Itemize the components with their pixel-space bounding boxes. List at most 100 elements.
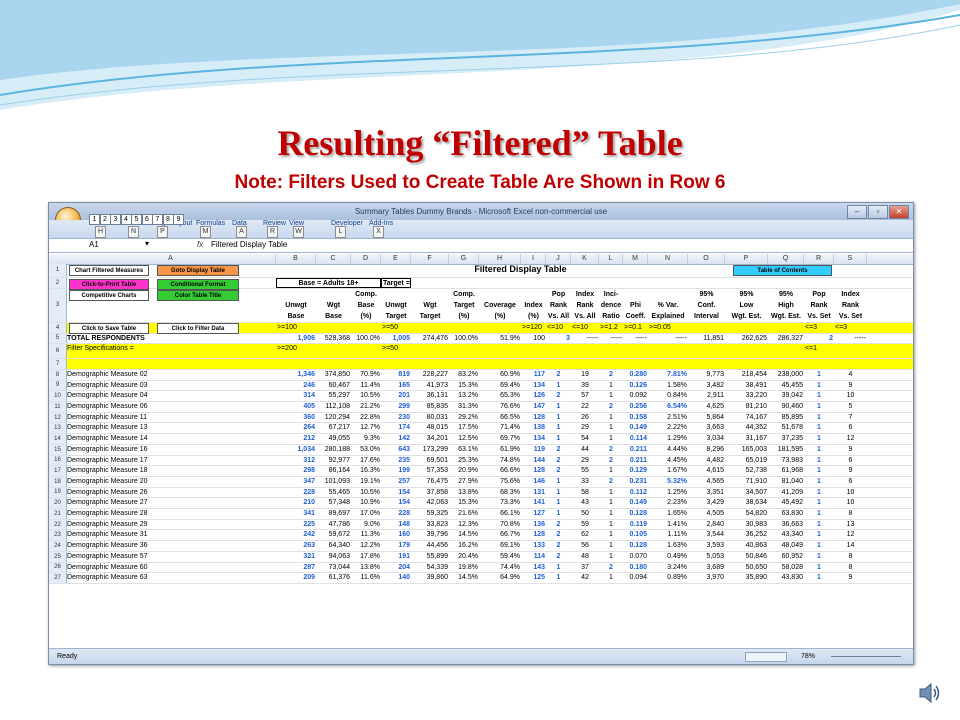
formula-input[interactable]: Filtered Display Table [211, 240, 287, 249]
row-header[interactable]: 9 [49, 380, 67, 391]
row-header[interactable]: 27 [49, 573, 67, 583]
column-header[interactable]: H [479, 254, 521, 264]
column-header[interactable]: L [599, 254, 623, 264]
row-header[interactable]: 15 [49, 444, 67, 455]
row-header[interactable]: 23 [49, 530, 67, 541]
competitive-charts-button[interactable]: Competitive Charts [69, 289, 149, 301]
color-table-title-button[interactable]: Color Table Title [157, 289, 239, 301]
column-header[interactable]: K [571, 254, 599, 264]
row-header[interactable]: 12 [49, 412, 67, 423]
chevron-down-icon[interactable]: ▾ [145, 239, 149, 248]
zoom-level[interactable]: 78% [801, 653, 815, 660]
row-header[interactable]: 13 [49, 423, 67, 434]
chart-filtered-button[interactable]: Chart Filtered Measures [69, 265, 149, 276]
filter-criterion[interactable]: <=10 [571, 323, 599, 333]
data-value: 154 [398, 499, 410, 507]
row-header[interactable]: 6 [49, 344, 67, 359]
view-buttons[interactable] [745, 652, 787, 662]
column-header[interactable]: Q [768, 254, 804, 264]
restore-button[interactable]: ▫ [868, 205, 888, 219]
filter-spec-value[interactable]: >=50 [381, 344, 411, 358]
row-header[interactable]: 7 [49, 359, 67, 369]
row-header[interactable]: 16 [49, 455, 67, 466]
data-value: 12.2% [360, 542, 380, 550]
column-header[interactable]: C [316, 254, 351, 264]
goto-display-button[interactable]: Goto Display Table [157, 265, 239, 276]
filter-criterion[interactable]: >=0.1 [623, 323, 648, 333]
data-value: 80,031 [426, 413, 448, 421]
row-header[interactable]: 19 [49, 487, 67, 498]
table-of-contents-button[interactable]: Table of Contents [733, 265, 832, 276]
row-header[interactable]: 22 [49, 519, 67, 530]
name-box[interactable]: A1 [89, 240, 149, 250]
data-value: 298 [303, 467, 315, 475]
column-header[interactable]: M [623, 254, 648, 264]
row-header[interactable]: 2 [49, 277, 67, 288]
data-value: 199 [398, 467, 410, 475]
column-header[interactable]: F [411, 254, 449, 264]
close-button[interactable]: ✕ [889, 205, 909, 219]
column-header[interactable]: R [804, 254, 834, 264]
data-value: 10 [846, 499, 855, 507]
filter-criterion[interactable]: <=10 [546, 323, 571, 333]
filter-criterion[interactable]: >=100 [276, 323, 316, 333]
qat-keytip[interactable]: 7 [152, 214, 163, 225]
row-header[interactable]: 20 [49, 498, 67, 509]
row-header[interactable]: 26 [49, 562, 67, 573]
qat-keytip[interactable]: 5 [131, 214, 142, 225]
row-header[interactable]: 18 [49, 476, 67, 487]
filter-criterion[interactable]: >=0.05 [648, 323, 688, 333]
row-header[interactable]: 1 [49, 264, 67, 277]
filter-criterion[interactable]: >=50 [381, 323, 411, 333]
row-header[interactable]: 5 [49, 333, 67, 344]
row-header[interactable]: 10 [49, 391, 67, 402]
column-heading [623, 289, 648, 300]
speaker-icon[interactable] [918, 682, 942, 704]
fx-icon[interactable]: fx [197, 240, 203, 249]
row-header[interactable]: 11 [49, 402, 67, 412]
click-to-save-button[interactable]: Click to Save Table [69, 322, 149, 334]
column-heading: Vs. Set [838, 312, 863, 320]
filter-spec-value[interactable]: >=200 [276, 344, 316, 358]
row-header[interactable]: 3 [49, 288, 67, 322]
column-header[interactable]: S [834, 254, 867, 264]
data-value: 257 [398, 477, 410, 485]
column-header[interactable]: O [688, 254, 725, 264]
row-header[interactable]: 4 [49, 322, 67, 333]
filter-criterion[interactable]: <=3 [834, 323, 867, 333]
row-header[interactable]: 25 [49, 551, 67, 562]
qat-keytip[interactable]: 4 [120, 214, 132, 225]
qat-keytip[interactable]: 9 [173, 214, 184, 225]
column-header[interactable]: N [648, 254, 688, 264]
column-header[interactable]: P [725, 254, 768, 264]
qat-keytip[interactable]: 1 [89, 214, 100, 225]
column-heading: Rank [576, 301, 594, 309]
qat-keytip[interactable]: 6 [141, 214, 153, 225]
row-header[interactable]: 14 [49, 434, 67, 444]
minimize-button[interactable]: – [847, 205, 867, 219]
filter-criterion[interactable]: >=1.2 [599, 323, 623, 333]
column-header[interactable]: B [276, 254, 316, 264]
zoom-slider[interactable] [831, 656, 901, 657]
filter-criterion[interactable]: <=3 [804, 323, 834, 333]
column-header[interactable]: D [351, 254, 381, 264]
column-header[interactable]: J [546, 254, 571, 264]
data-value: 74.4% [500, 563, 520, 571]
row-header[interactable]: 24 [49, 541, 67, 551]
column-heading: Base [325, 312, 342, 320]
filter-criterion[interactable]: >=120 [521, 323, 546, 333]
row-header[interactable]: 8 [49, 369, 67, 380]
measure-label: Demographic Measure 18 [67, 467, 148, 475]
column-header[interactable]: A [66, 254, 276, 264]
column-header[interactable]: E [381, 254, 411, 264]
row-header[interactable]: 21 [49, 509, 67, 519]
qat-keytip[interactable]: 3 [110, 214, 121, 225]
click-to-filter-button[interactable]: Click to Filter Data [157, 322, 239, 334]
column-header[interactable]: I [521, 254, 546, 264]
column-header[interactable]: G [449, 254, 479, 264]
row-header[interactable]: 17 [49, 466, 67, 476]
qat-keytip[interactable]: 8 [162, 214, 174, 225]
filter-spec-value[interactable]: <=1 [804, 344, 834, 358]
qat-keytip[interactable]: 2 [99, 214, 111, 225]
ribbon-keytip: P [157, 226, 168, 238]
